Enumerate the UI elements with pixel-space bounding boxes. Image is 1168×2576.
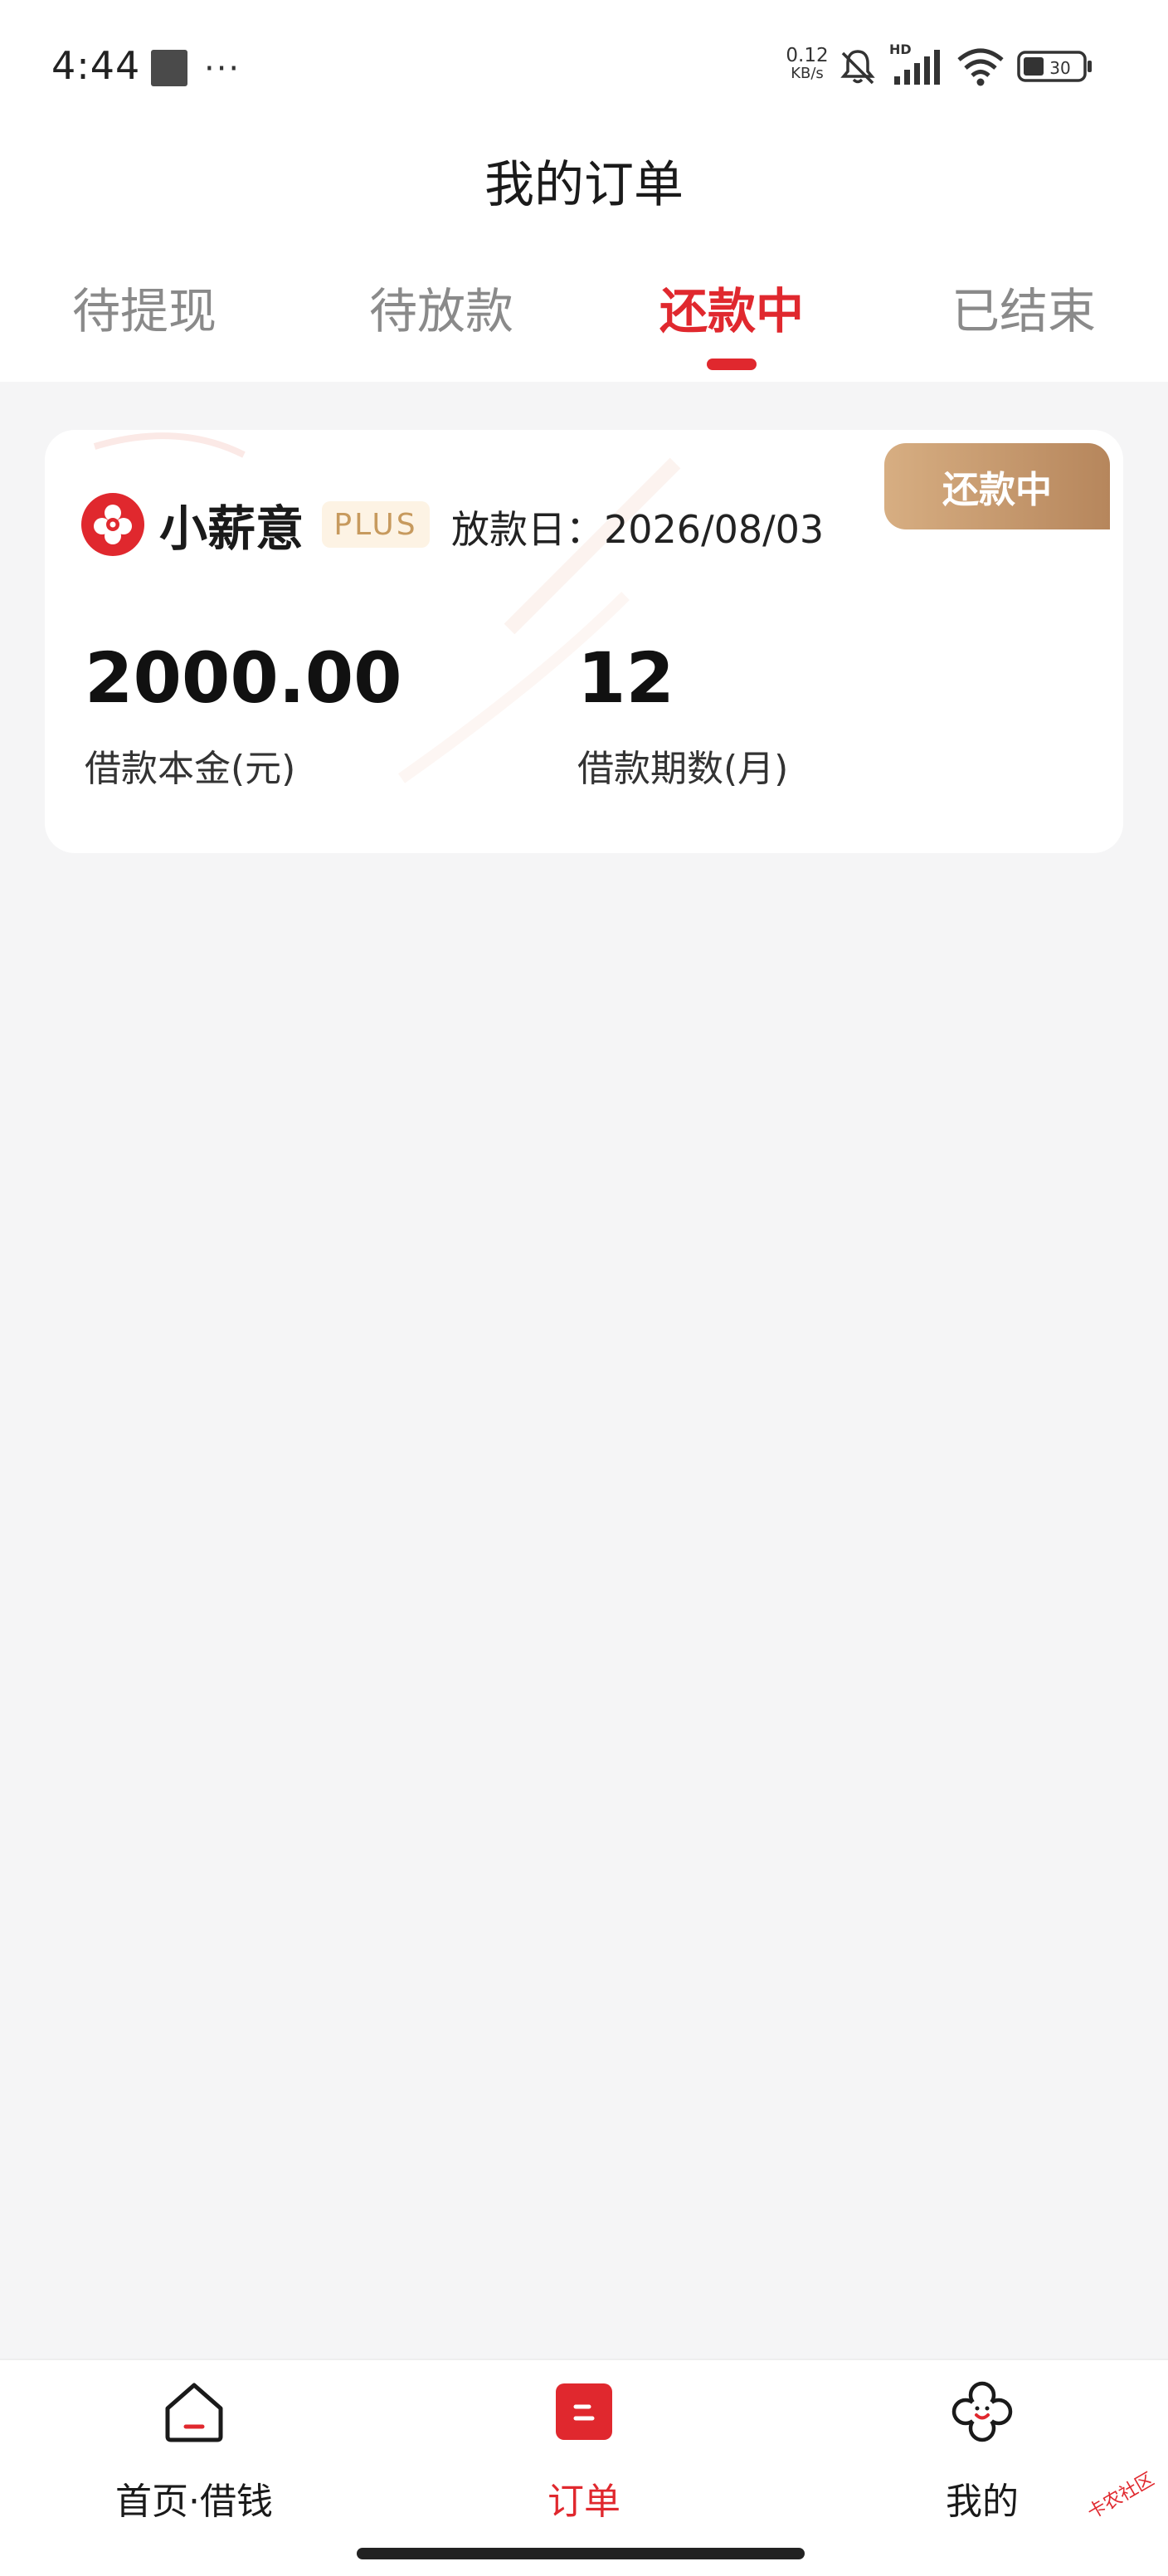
loan-term: 12: [577, 637, 674, 719]
loan-term-label: 借款期数(月): [577, 748, 789, 790]
tab-repaying[interactable]: 还款中: [607, 272, 856, 342]
bell-muted-icon: [840, 50, 875, 85]
battery-icon: 30: [1017, 51, 1092, 82]
profile-flower-icon: [951, 2381, 1013, 2442]
status-bar: 4:44 ··· 0.12 KB/s HD 30: [0, 0, 1168, 133]
order-icon: [556, 2383, 612, 2440]
tab-pending-disburse[interactable]: 待放款: [317, 272, 566, 342]
lender-name: 小薪意: [159, 500, 304, 557]
nav-profile[interactable]: 我的: [849, 2380, 1115, 2546]
network-speed-unit: KB/s: [791, 65, 824, 82]
loan-amount-label: 借款本金(元): [85, 748, 296, 790]
nav-orders[interactable]: 订单: [451, 2380, 717, 2546]
signal-group: HD: [889, 41, 944, 88]
nav-home[interactable]: 首页·借钱: [61, 2380, 327, 2546]
lender-logo-icon: [81, 493, 144, 556]
page-header: 我的订单 待提现 待放款 还款中 已结束: [0, 133, 1168, 382]
network-speed: 0.12 KB/s: [783, 46, 831, 83]
signal-icon: [894, 50, 940, 85]
nav-profile-label: 我的: [946, 2481, 1019, 2523]
more-notifications-icon: ···: [204, 50, 241, 88]
loan-amount: 2000.00: [85, 637, 402, 719]
network-speed-value: 0.12: [786, 45, 829, 66]
wifi-icon: [957, 48, 1004, 86]
svg-text:30: 30: [1049, 58, 1070, 78]
status-time: 4:44: [51, 43, 141, 88]
tab-pending-withdraw[interactable]: 待提现: [20, 272, 269, 342]
active-tab-indicator: [707, 359, 757, 370]
order-screen: 4:44 ··· 0.12 KB/s HD 30 我的订单 待提现 待放款 还款…: [0, 0, 1168, 2576]
home-indicator-bar[interactable]: [357, 2548, 805, 2559]
loan-date: 放款日：2026/08/03: [451, 507, 825, 552]
nav-home-label: 首页·借钱: [115, 2481, 273, 2523]
nav-orders-label: 订单: [548, 2481, 620, 2523]
tab-finished[interactable]: 已结束: [899, 272, 1148, 342]
home-icon: [165, 2383, 223, 2442]
plus-badge: PLUS: [322, 501, 430, 548]
order-tabs: 待提现 待放款 还款中 已结束: [0, 272, 1168, 370]
status-icons: HD 30: [838, 41, 1093, 91]
bottom-nav: 首页·借钱 订单 我的 卡农社区: [0, 2359, 1168, 2576]
order-status-tag: 还款中: [884, 443, 1110, 529]
notification-square-icon: [151, 50, 187, 86]
order-card[interactable]: 还款中 小薪意 PLUS 放款日：2026/08/03 2000.00 借款本金…: [45, 430, 1123, 853]
page-title: 我的订单: [484, 156, 684, 214]
